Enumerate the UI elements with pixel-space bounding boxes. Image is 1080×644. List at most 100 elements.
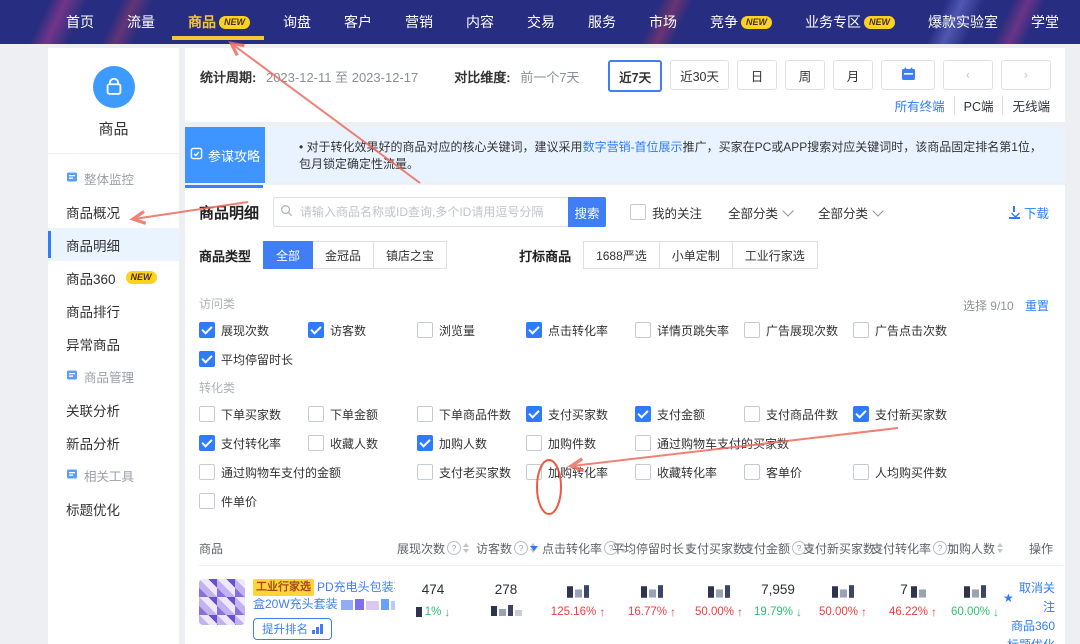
metric-checkbox[interactable]: 支付新买家数 — [853, 404, 962, 424]
metric-checkbox[interactable]: 客单价 — [744, 462, 853, 482]
prev-period-button[interactable]: ‹ — [943, 60, 993, 90]
help-icon[interactable]: ? — [514, 541, 528, 555]
category-dropdown-1[interactable]: 全部分类 — [728, 203, 792, 222]
metric-checkbox[interactable]: 平均停留时长 — [199, 349, 308, 369]
metric-checkbox[interactable]: 加购件数 — [526, 433, 635, 453]
metric-checkbox[interactable]: 详情页跳失率 — [635, 320, 744, 340]
column-header-7[interactable]: 支付新买家数 — [807, 540, 879, 557]
sidebar-item[interactable]: 异常商品 — [48, 327, 179, 360]
action-link[interactable]: ★取消关注 — [1003, 579, 1055, 617]
sidebar-item[interactable]: 商品明细 — [48, 228, 179, 261]
metric-checkbox[interactable]: 通过购物车支付的买家数 — [635, 433, 853, 453]
product-title[interactable]: PD充电头包装苹果PD线包装 — [317, 579, 395, 596]
nav-item[interactable]: 交易 — [527, 12, 555, 32]
type-shoptreasure-button[interactable]: 镇店之宝 — [373, 241, 447, 269]
metric-checkbox[interactable]: 支付转化率 — [199, 433, 308, 453]
metric-checkbox[interactable]: 下单金额 — [308, 404, 417, 424]
sidebar-item[interactable]: 标题优化 — [48, 492, 179, 525]
column-header-6[interactable]: 支付金额? — [749, 540, 807, 557]
sidebar-item[interactable]: 相关工具 — [48, 459, 179, 492]
metric-checkbox[interactable]: 广告点击次数 — [853, 320, 962, 340]
nav-item[interactable]: 商品NEW — [188, 12, 250, 32]
metric-checkbox[interactable]: 加购人数 — [417, 433, 526, 453]
nav-item[interactable]: 询盘 — [283, 12, 311, 32]
metric-checkbox[interactable]: 支付买家数 — [526, 404, 635, 424]
terminal-all[interactable]: 所有终端 — [886, 96, 954, 115]
metric-checkbox[interactable]: 下单买家数 — [199, 404, 308, 424]
metric-checkbox[interactable]: 收藏转化率 — [635, 462, 744, 482]
metric-checkbox[interactable]: 人均购买件数 — [853, 462, 962, 482]
column-header-9[interactable]: 加购人数 — [947, 540, 1003, 557]
next-period-button[interactable]: › — [1001, 60, 1051, 90]
sidebar-item[interactable]: 关联分析 — [48, 393, 179, 426]
type-all-button[interactable]: 全部 — [263, 241, 313, 269]
metric-checkbox[interactable]: 收藏人数 — [308, 433, 417, 453]
strategy-link[interactable]: 数字营销-首位展示 — [583, 140, 683, 154]
nav-item-label: 流量 — [127, 12, 155, 32]
column-header-3[interactable]: 点击转化率? — [541, 540, 615, 557]
download-button[interactable]: 下载 — [1009, 203, 1049, 222]
metric-checkbox[interactable]: 点击转化率 — [526, 320, 635, 340]
product-thumbnail[interactable] — [199, 579, 245, 625]
column-header-4[interactable]: 平均停留时长 — [615, 540, 689, 557]
range-7d-button[interactable]: 近7天 — [608, 60, 662, 92]
nav-item[interactable]: 服务 — [588, 12, 616, 32]
help-icon[interactable]: ? — [447, 541, 461, 555]
column-header-1[interactable]: 展现次数? — [395, 540, 471, 557]
tag-smallorder-button[interactable]: 小单定制 — [659, 241, 733, 269]
metric-checkbox[interactable]: 支付老买家数 — [417, 462, 526, 482]
column-header-8[interactable]: 支付转化率? — [879, 540, 947, 557]
active-sort-caret[interactable] — [530, 546, 538, 551]
sidebar-item[interactable]: 整体监控 — [48, 162, 179, 195]
nav-item[interactable]: 首页 — [66, 12, 94, 32]
metric-checkbox[interactable]: 件单价 — [199, 491, 308, 511]
range-week-button[interactable]: 周 — [785, 60, 825, 90]
my-follow-filter[interactable]: 我的关注 — [630, 203, 702, 222]
sidebar-item[interactable]: 商品管理 — [48, 360, 179, 393]
nav-item[interactable]: 客户 — [344, 12, 372, 32]
range-month-button[interactable]: 月 — [833, 60, 873, 90]
search-input[interactable] — [273, 197, 568, 227]
nav-item[interactable]: 营销 — [405, 12, 433, 32]
sort-carets-icon[interactable] — [463, 543, 469, 553]
sidebar-item[interactable]: 新品分析 — [48, 426, 179, 459]
action-link[interactable]: 商品360 — [1003, 617, 1055, 636]
tag-industryexpert-button[interactable]: 工业行家选 — [732, 241, 818, 269]
help-icon[interactable]: ? — [933, 541, 947, 555]
tag-1688select-button[interactable]: 1688严选 — [583, 241, 660, 269]
product-title[interactable]: 盒20W充头套装 — [253, 596, 338, 613]
range-30d-button[interactable]: 近30天 — [670, 60, 729, 90]
boost-rank-button[interactable]: 提升排名 — [253, 618, 332, 640]
metric-checkbox[interactable]: 加购转化率 — [526, 462, 635, 482]
sidebar-item[interactable]: 商品排行 — [48, 294, 179, 327]
nav-item[interactable]: 业务专区NEW — [805, 12, 895, 32]
nav-item[interactable]: 竞争NEW — [710, 12, 772, 32]
metric-checkbox[interactable]: 浏览量 — [417, 320, 526, 340]
search-button[interactable]: 搜索 — [568, 197, 606, 227]
terminal-pc[interactable]: PC端 — [954, 96, 1003, 115]
metric-checkbox[interactable]: 访客数 — [308, 320, 417, 340]
metric-checkbox[interactable]: 通过购物车支付的金额 — [199, 462, 417, 482]
metric-checkbox[interactable]: 下单商品件数 — [417, 404, 526, 424]
sidebar-item[interactable]: 商品360NEW — [48, 261, 179, 294]
nav-item[interactable]: 市场 — [649, 12, 677, 32]
calendar-button[interactable] — [881, 60, 935, 90]
reset-button[interactable]: 重置 — [1025, 299, 1049, 313]
strategy-text: • 对于转化效果好的商品对应的核心关键词，建议采用数字营销-首位展示推广，买家在… — [265, 127, 1065, 183]
category-dropdown-2[interactable]: 全部分类 — [818, 203, 882, 222]
nav-item[interactable]: 内容 — [466, 12, 494, 32]
action-link[interactable]: 标题优化 — [1003, 636, 1055, 644]
range-day-button[interactable]: 日 — [737, 60, 777, 90]
nav-item[interactable]: 爆款实验室 — [928, 12, 998, 32]
terminal-wireless[interactable]: 无线端 — [1002, 96, 1050, 115]
nav-item[interactable]: 学堂 — [1031, 12, 1059, 32]
metric-checkbox[interactable]: 广告展现次数 — [744, 320, 853, 340]
type-goldcrown-button[interactable]: 金冠品 — [312, 241, 374, 269]
product-badge: 工业行家选 — [253, 579, 314, 596]
metric-checkbox[interactable]: 支付金额 — [635, 404, 744, 424]
metric-checkbox[interactable]: 支付商品件数 — [744, 404, 853, 424]
column-header-5[interactable]: 支付买家数 — [689, 540, 749, 557]
nav-item[interactable]: 流量 — [127, 12, 155, 32]
sidebar-item[interactable]: 商品概况 — [48, 195, 179, 228]
metric-checkbox[interactable]: 展现次数 — [199, 320, 308, 340]
